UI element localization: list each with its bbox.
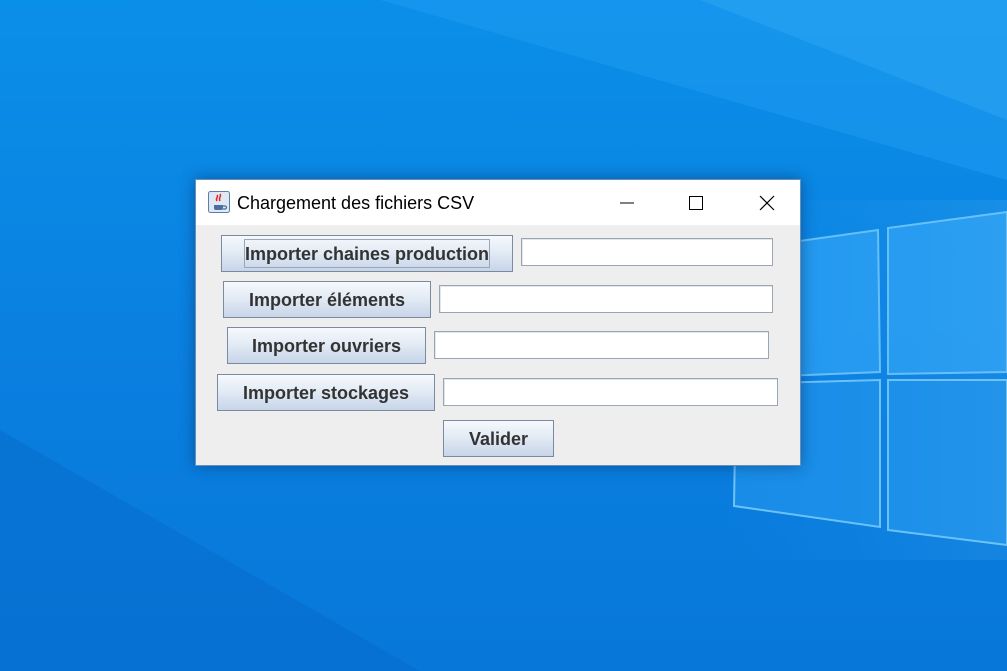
- window-title: Chargement des fichiers CSV: [237, 193, 475, 213]
- csv-loader-window: Chargement des fichiers CSV Importer cha…: [195, 179, 801, 466]
- minimize-icon: [620, 202, 634, 204]
- button-label: Importer stockages: [242, 383, 410, 403]
- workers-path-field[interactable]: [434, 331, 769, 359]
- button-label: Importer chaines production: [244, 244, 490, 264]
- maximize-icon: [689, 196, 703, 210]
- minimize-button[interactable]: [604, 180, 650, 225]
- elements-path-field[interactable]: [439, 285, 773, 313]
- validate-button[interactable]: Valider: [443, 420, 554, 457]
- import-storages-button[interactable]: Importer stockages: [217, 374, 435, 411]
- close-button[interactable]: [744, 180, 790, 225]
- storages-path-field[interactable]: [443, 378, 778, 406]
- title-bar[interactable]: Chargement des fichiers CSV: [196, 180, 800, 225]
- import-production-chains-button[interactable]: Importer chaines production: [221, 235, 513, 272]
- import-elements-button[interactable]: Importer éléments: [223, 281, 431, 318]
- button-label: Importer éléments: [248, 290, 406, 310]
- maximize-button[interactable]: [673, 180, 719, 225]
- import-workers-button[interactable]: Importer ouvriers: [227, 327, 426, 364]
- button-label: Valider: [468, 429, 529, 449]
- button-label: Importer ouvriers: [251, 336, 402, 356]
- production-chains-path-field[interactable]: [521, 238, 773, 266]
- java-cup-icon: [208, 191, 230, 213]
- form-panel: Importer chaines production Importer élé…: [196, 225, 800, 465]
- close-icon: [759, 195, 775, 211]
